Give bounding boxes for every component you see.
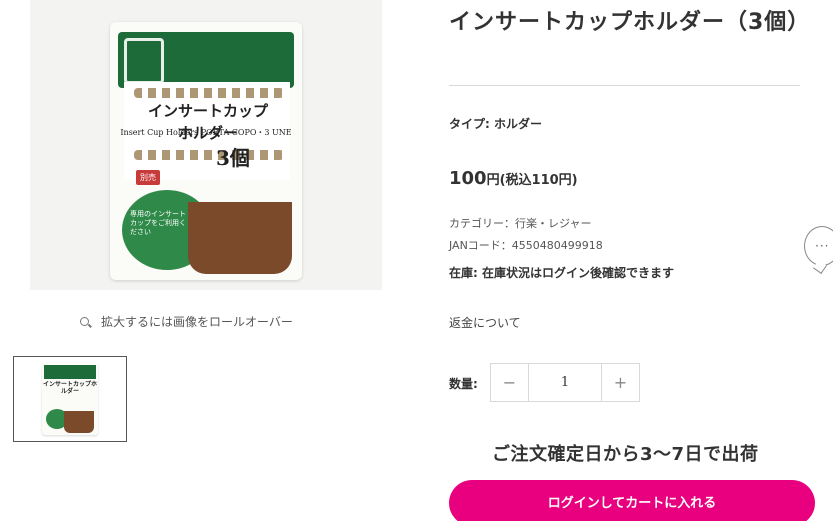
price-value: 100	[449, 168, 487, 189]
stock-value: 在庫状況はログイン後確認できます	[482, 266, 675, 280]
product-type: タイプ: ホルダー	[449, 115, 542, 132]
package-count: 3個	[216, 146, 250, 170]
shipping-notice: ご注文確定日から3〜7日で出荷	[492, 444, 759, 465]
type-value: ホルダー	[494, 117, 543, 131]
package-note: 専用のインサートカップをご利用ください	[130, 210, 186, 236]
product-category: カテゴリー：行楽・レジャー	[449, 217, 592, 230]
quantity-decrease-button[interactable]: −	[491, 364, 528, 401]
package-tag: 別売	[136, 170, 160, 185]
product-jan-code: JANコード：4550480499918	[449, 239, 603, 252]
package-title-line1: インサートカップ	[147, 102, 268, 120]
product-package-illustration: インサートカップ ホルダー Insert Cup Holders PORTA C…	[110, 22, 302, 280]
product-thumbnail[interactable]: インサートカップホルダー	[13, 356, 127, 442]
refund-link[interactable]: 返金について	[449, 314, 521, 331]
stock-status: 在庫: 在庫状況はログイン後確認できます	[449, 264, 674, 281]
package-cup-image	[188, 202, 292, 274]
quantity-label: 数量:	[449, 377, 478, 391]
thumbnail-top-band	[44, 365, 96, 379]
magnifier-icon	[80, 317, 89, 326]
quantity-input[interactable]: 1	[528, 364, 602, 401]
product-title: インサートカップホルダー（3個）	[449, 10, 811, 35]
package-english-name: Insert Cup Holders PORTA COPO・3 UNE	[120, 128, 292, 137]
login-add-to-cart-button[interactable]: ログインしてカートに入れる	[449, 480, 815, 521]
product-price: 100円(税込110円)	[449, 168, 578, 189]
zoom-hint-text: 拡大するには画像をロールオーバー	[101, 315, 293, 329]
title-divider	[449, 85, 800, 86]
thumbnail-label: インサートカップホルダー	[42, 381, 97, 395]
coffee-beans-pattern	[134, 88, 284, 98]
package-top-band	[118, 32, 294, 88]
thumbnail-cup	[64, 411, 94, 433]
coffee-beans-pattern	[134, 150, 284, 160]
chat-bubble-button[interactable]: ···	[804, 226, 833, 266]
quantity-stepper: − 1 +	[490, 363, 640, 402]
chat-icon: ···	[815, 239, 830, 253]
price-suffix: 円(税込110円)	[486, 173, 578, 188]
type-label: タイプ:	[449, 117, 490, 131]
zoom-hint: 拡大するには画像をロールオーバー	[80, 313, 293, 330]
quantity-increase-button[interactable]: +	[602, 364, 639, 401]
thumbnail-package: インサートカップホルダー	[42, 363, 98, 435]
product-main-image[interactable]: インサートカップ ホルダー Insert Cup Holders PORTA C…	[30, 0, 382, 290]
stock-label: 在庫:	[449, 266, 478, 280]
